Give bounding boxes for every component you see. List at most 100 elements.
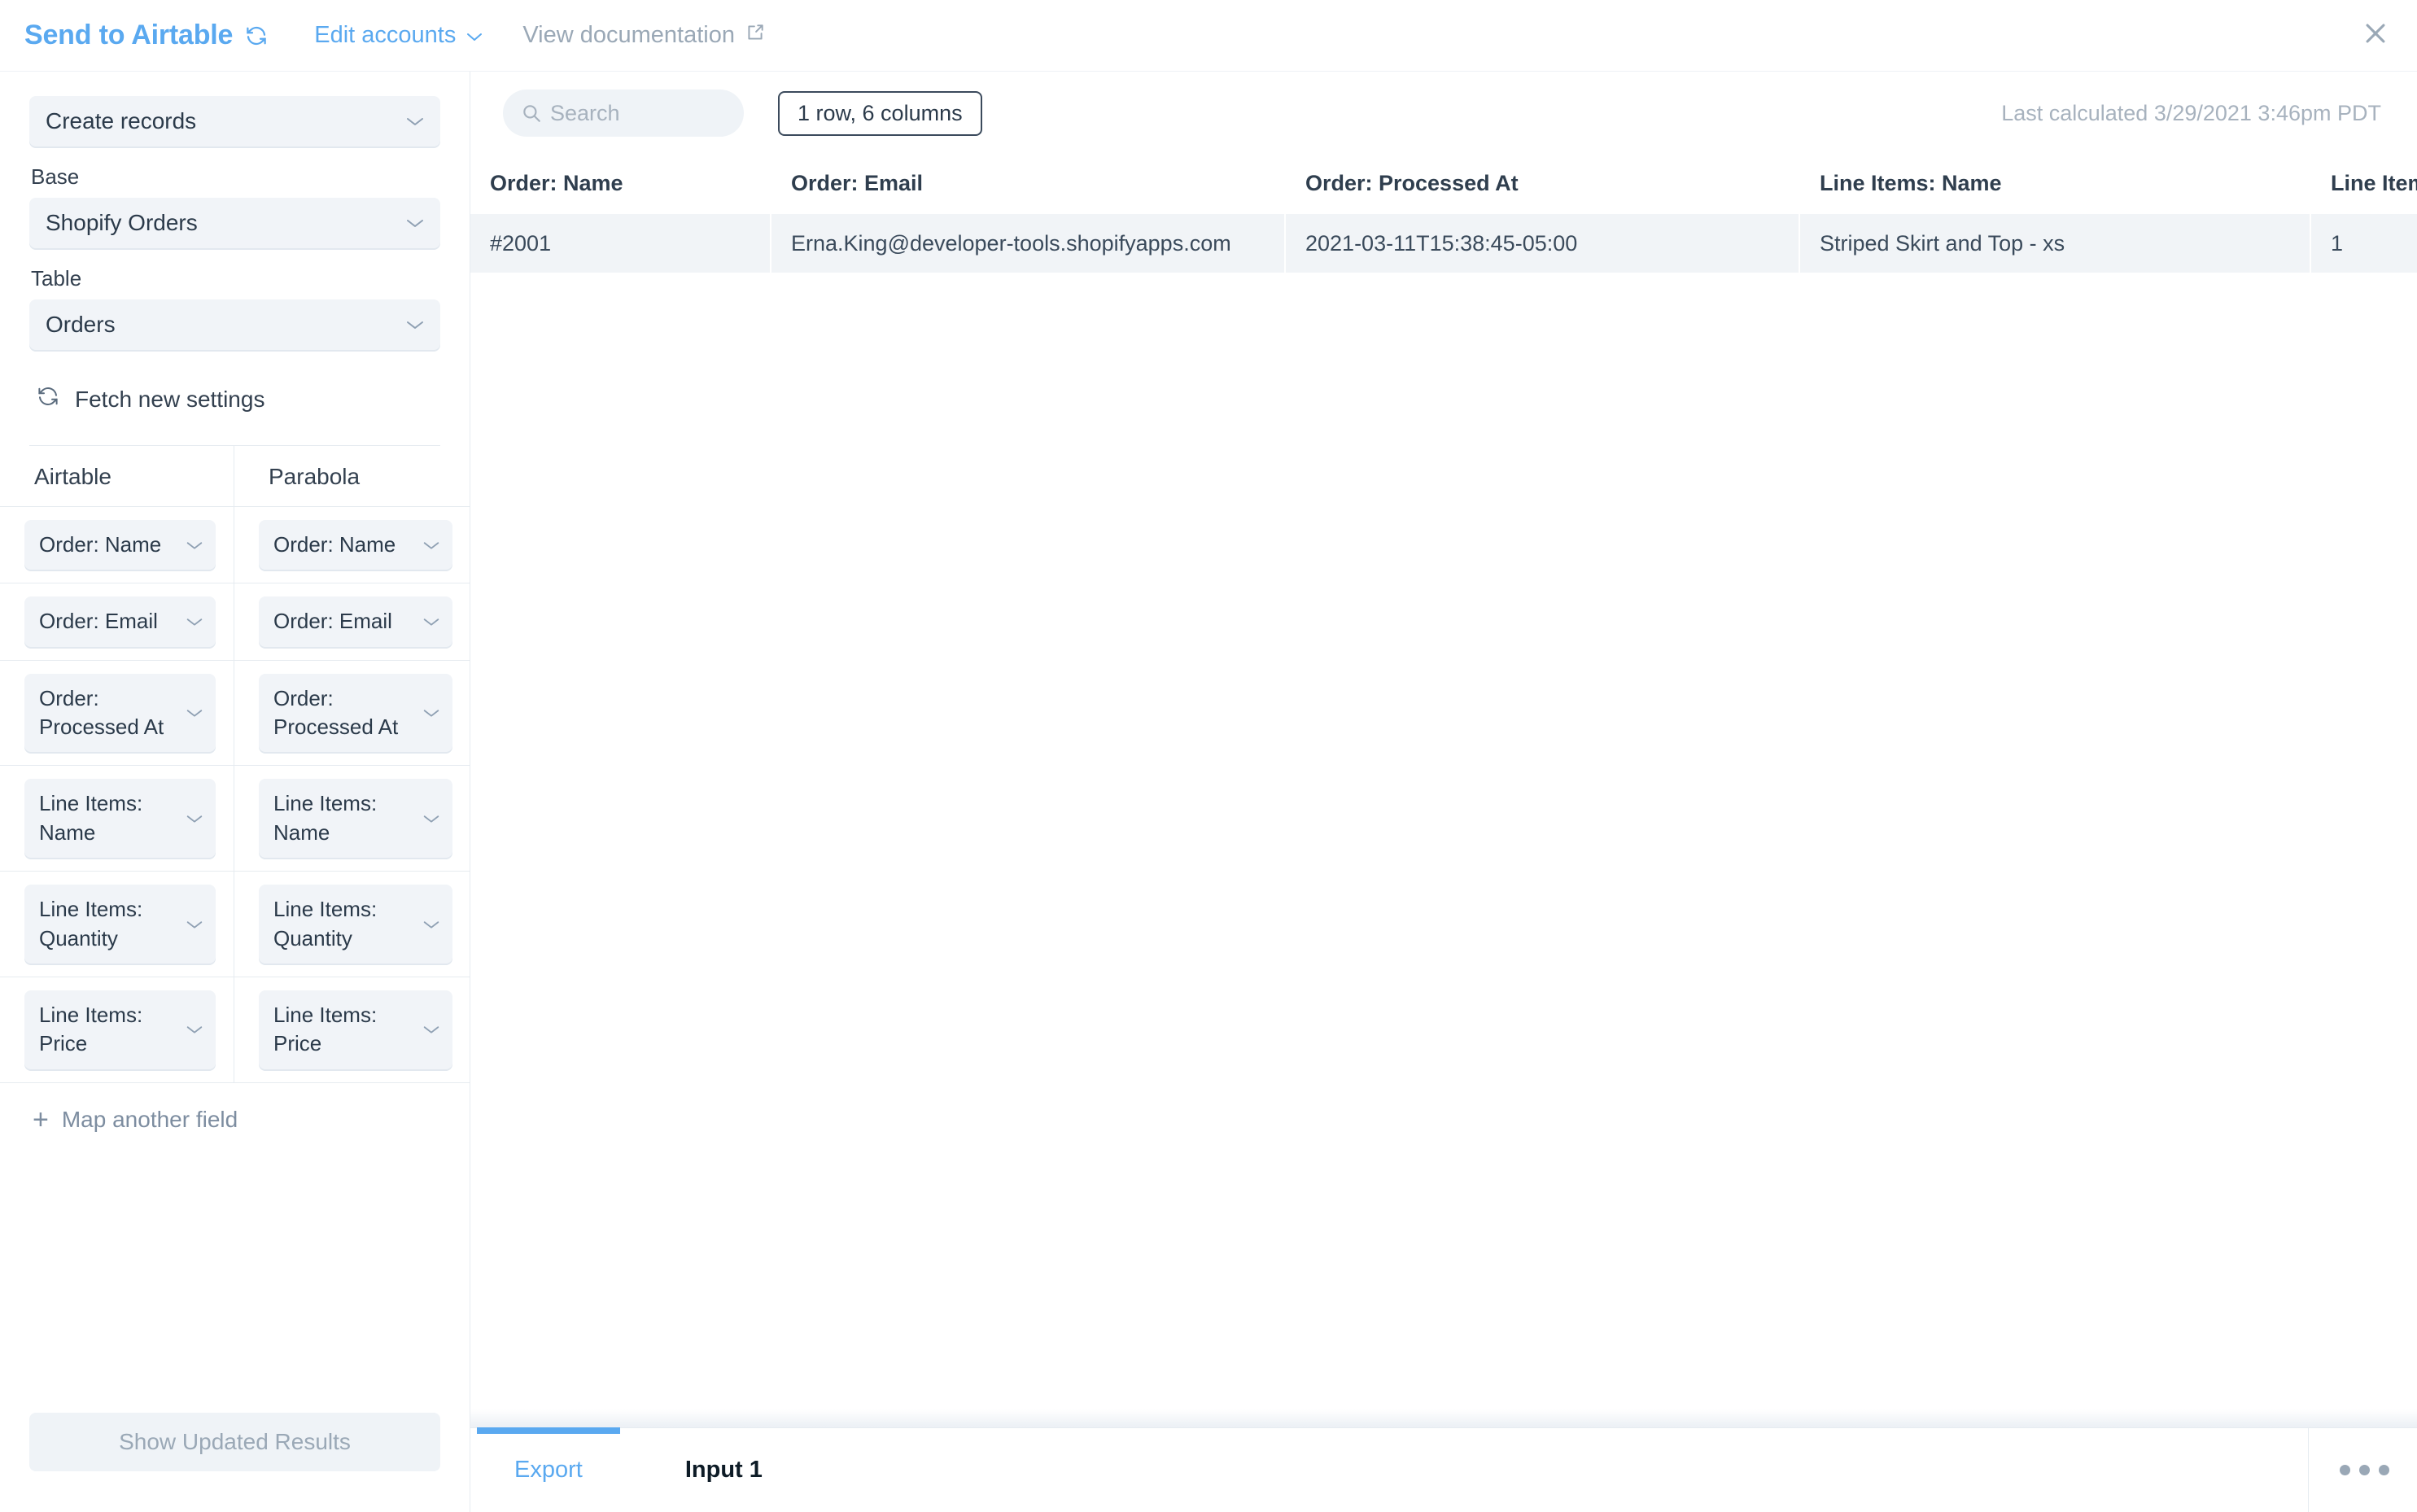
table-row[interactable]: #2001Erna.King@developer-tools.shopifyap… — [470, 214, 2417, 273]
field-mapping-table: Airtable Parabola Order: Name Order: Name… — [0, 446, 470, 1134]
search-icon — [521, 103, 542, 124]
external-link-icon — [745, 22, 766, 50]
data-grid: Order: NameOrder: EmailOrder: Processed … — [470, 155, 2417, 273]
chevron-down-icon — [185, 918, 204, 930]
results-panel: 1 row, 6 columns Last calculated 3/29/20… — [470, 72, 2417, 1512]
mapping-cell-parabola: Order: Name — [234, 507, 470, 583]
table-cell: #2001 — [470, 214, 771, 273]
column-header[interactable]: Order: Email — [771, 155, 1286, 214]
field-mapping-row: Order: Processed At Order: Processed At — [0, 661, 470, 767]
map-another-field-button[interactable]: + Map another field — [0, 1083, 470, 1134]
chevron-down-icon — [465, 22, 483, 49]
chevron-down-icon — [422, 1024, 441, 1036]
airtable-field-select[interactable]: Order: Processed At — [24, 674, 216, 753]
airtable-field-value: Order: Processed At — [39, 684, 177, 742]
row-column-count-badge[interactable]: 1 row, 6 columns — [778, 91, 982, 136]
parabola-field-select[interactable]: Order: Processed At — [259, 674, 452, 753]
table-select[interactable]: Orders — [29, 299, 440, 350]
chevron-down-icon — [422, 616, 441, 628]
search-box[interactable] — [503, 90, 744, 137]
mapping-cell-airtable: Line Items: Price — [0, 977, 234, 1082]
parabola-field-select[interactable]: Line Items: Price — [259, 990, 452, 1069]
parabola-field-select[interactable]: Line Items: Quantity — [259, 885, 452, 964]
tab-label: Input 1 — [685, 1457, 763, 1484]
fetch-new-settings-button[interactable]: Fetch new settings — [36, 384, 440, 414]
airtable-field-select[interactable]: Line Items: Name — [24, 779, 216, 858]
sidebar-settings-section: Create records Base Shopify Orders Table… — [0, 72, 470, 446]
chevron-down-icon — [185, 539, 204, 551]
settings-sidebar: Create records Base Shopify Orders Table… — [0, 72, 470, 1512]
field-mapping-rows: Order: NameOrder: NameOrder: EmailOrder:… — [0, 507, 470, 1083]
mapping-header-airtable: Airtable — [0, 446, 234, 506]
tab-label: Export — [514, 1457, 583, 1484]
sidebar-spacer — [0, 1134, 470, 1413]
footer-actions — [2308, 1428, 2417, 1512]
table-cell: Erna.King@developer-tools.shopifyapps.co… — [771, 214, 1286, 273]
airtable-field-value: Order: Name — [39, 531, 161, 559]
action-select[interactable]: Create records — [29, 96, 440, 146]
data-grid-container[interactable]: Order: NameOrder: EmailOrder: Processed … — [470, 155, 2417, 1409]
mapping-cell-airtable: Line Items: Name — [0, 766, 234, 871]
parabola-field-value: Order: Name — [273, 531, 396, 559]
parabola-field-value: Order: Processed At — [273, 684, 413, 742]
show-updated-results-button[interactable]: Show Updated Results — [29, 1413, 440, 1471]
close-icon — [2362, 20, 2389, 51]
airtable-field-select[interactable]: Order: Name — [24, 520, 216, 570]
chevron-down-icon — [185, 616, 204, 628]
chevron-down-icon — [422, 812, 441, 824]
chevron-down-icon — [422, 707, 441, 719]
mapping-cell-airtable: Line Items: Quantity — [0, 872, 234, 977]
page-title: Send to Airtable — [24, 20, 233, 51]
field-mapping-row: Order: Email Order: Email — [0, 583, 470, 660]
mapping-cell-airtable: Order: Email — [0, 583, 234, 659]
parabola-field-value: Line Items: Quantity — [273, 895, 413, 953]
table-cell: 2021-03-11T15:38:45-05:00 — [1286, 214, 1800, 273]
parabola-field-value: Order: Email — [273, 607, 392, 636]
airtable-field-select[interactable]: Order: Email — [24, 596, 216, 646]
chevron-down-icon — [185, 1024, 204, 1036]
map-another-field-label: Map another field — [62, 1107, 238, 1133]
airtable-field-select[interactable]: Line Items: Price — [24, 990, 216, 1069]
search-input[interactable] — [550, 101, 721, 126]
column-header[interactable]: Order: Name — [470, 155, 771, 214]
airtable-field-value: Line Items: Quantity — [39, 895, 177, 953]
refresh-icon[interactable] — [244, 24, 269, 48]
mapping-cell-parabola: Line Items: Name — [234, 766, 470, 871]
column-header[interactable]: Order: Processed At — [1286, 155, 1800, 214]
airtable-field-select[interactable]: Line Items: Quantity — [24, 885, 216, 964]
view-documentation-label: View documentation — [522, 22, 735, 49]
mapping-cell-parabola: Order: Email — [234, 583, 470, 659]
mapping-cell-parabola: Line Items: Price — [234, 977, 470, 1082]
parabola-field-value: Line Items: Name — [273, 789, 413, 847]
tab-input-1[interactable]: Input 1 — [648, 1428, 800, 1512]
view-documentation-link[interactable]: View documentation — [522, 22, 766, 50]
chevron-down-icon — [185, 812, 204, 824]
mapping-cell-airtable: Order: Processed At — [0, 661, 234, 766]
close-button[interactable] — [2357, 17, 2394, 55]
column-header[interactable]: Line Items: Quan — [2311, 155, 2417, 214]
table-label: Table — [31, 266, 440, 291]
table-cell: Striped Skirt and Top - xs — [1800, 214, 2311, 273]
chevron-down-icon — [185, 707, 204, 719]
base-label: Base — [31, 164, 440, 190]
send-to-airtable-modal: Send to Airtable Edit accounts View docu… — [0, 0, 2417, 1512]
more-options-icon[interactable] — [2340, 1465, 2389, 1475]
tab-export[interactable]: Export — [477, 1428, 620, 1512]
table-cell: 1 — [2311, 214, 2417, 273]
footer-shadow — [470, 1409, 2417, 1427]
action-select-value: Create records — [46, 108, 196, 134]
edit-accounts-label: Edit accounts — [314, 22, 456, 49]
parabola-field-select[interactable]: Order: Name — [259, 520, 452, 570]
sidebar-footer: Show Updated Results — [0, 1413, 470, 1512]
chevron-down-icon — [404, 318, 426, 331]
edit-accounts-button[interactable]: Edit accounts — [314, 22, 483, 49]
mapping-header-parabola: Parabola — [234, 446, 470, 506]
field-mapping-row: Line Items: Name Line Items: Name — [0, 766, 470, 872]
parabola-field-select[interactable]: Line Items: Name — [259, 779, 452, 858]
column-header[interactable]: Line Items: Name — [1800, 155, 2311, 214]
base-select[interactable]: Shopify Orders — [29, 198, 440, 248]
parabola-field-select[interactable]: Order: Email — [259, 596, 452, 646]
chevron-down-icon — [404, 115, 426, 128]
last-calculated-text: Last calculated 3/29/2021 3:46pm PDT — [2001, 101, 2388, 126]
chevron-down-icon — [422, 918, 441, 930]
